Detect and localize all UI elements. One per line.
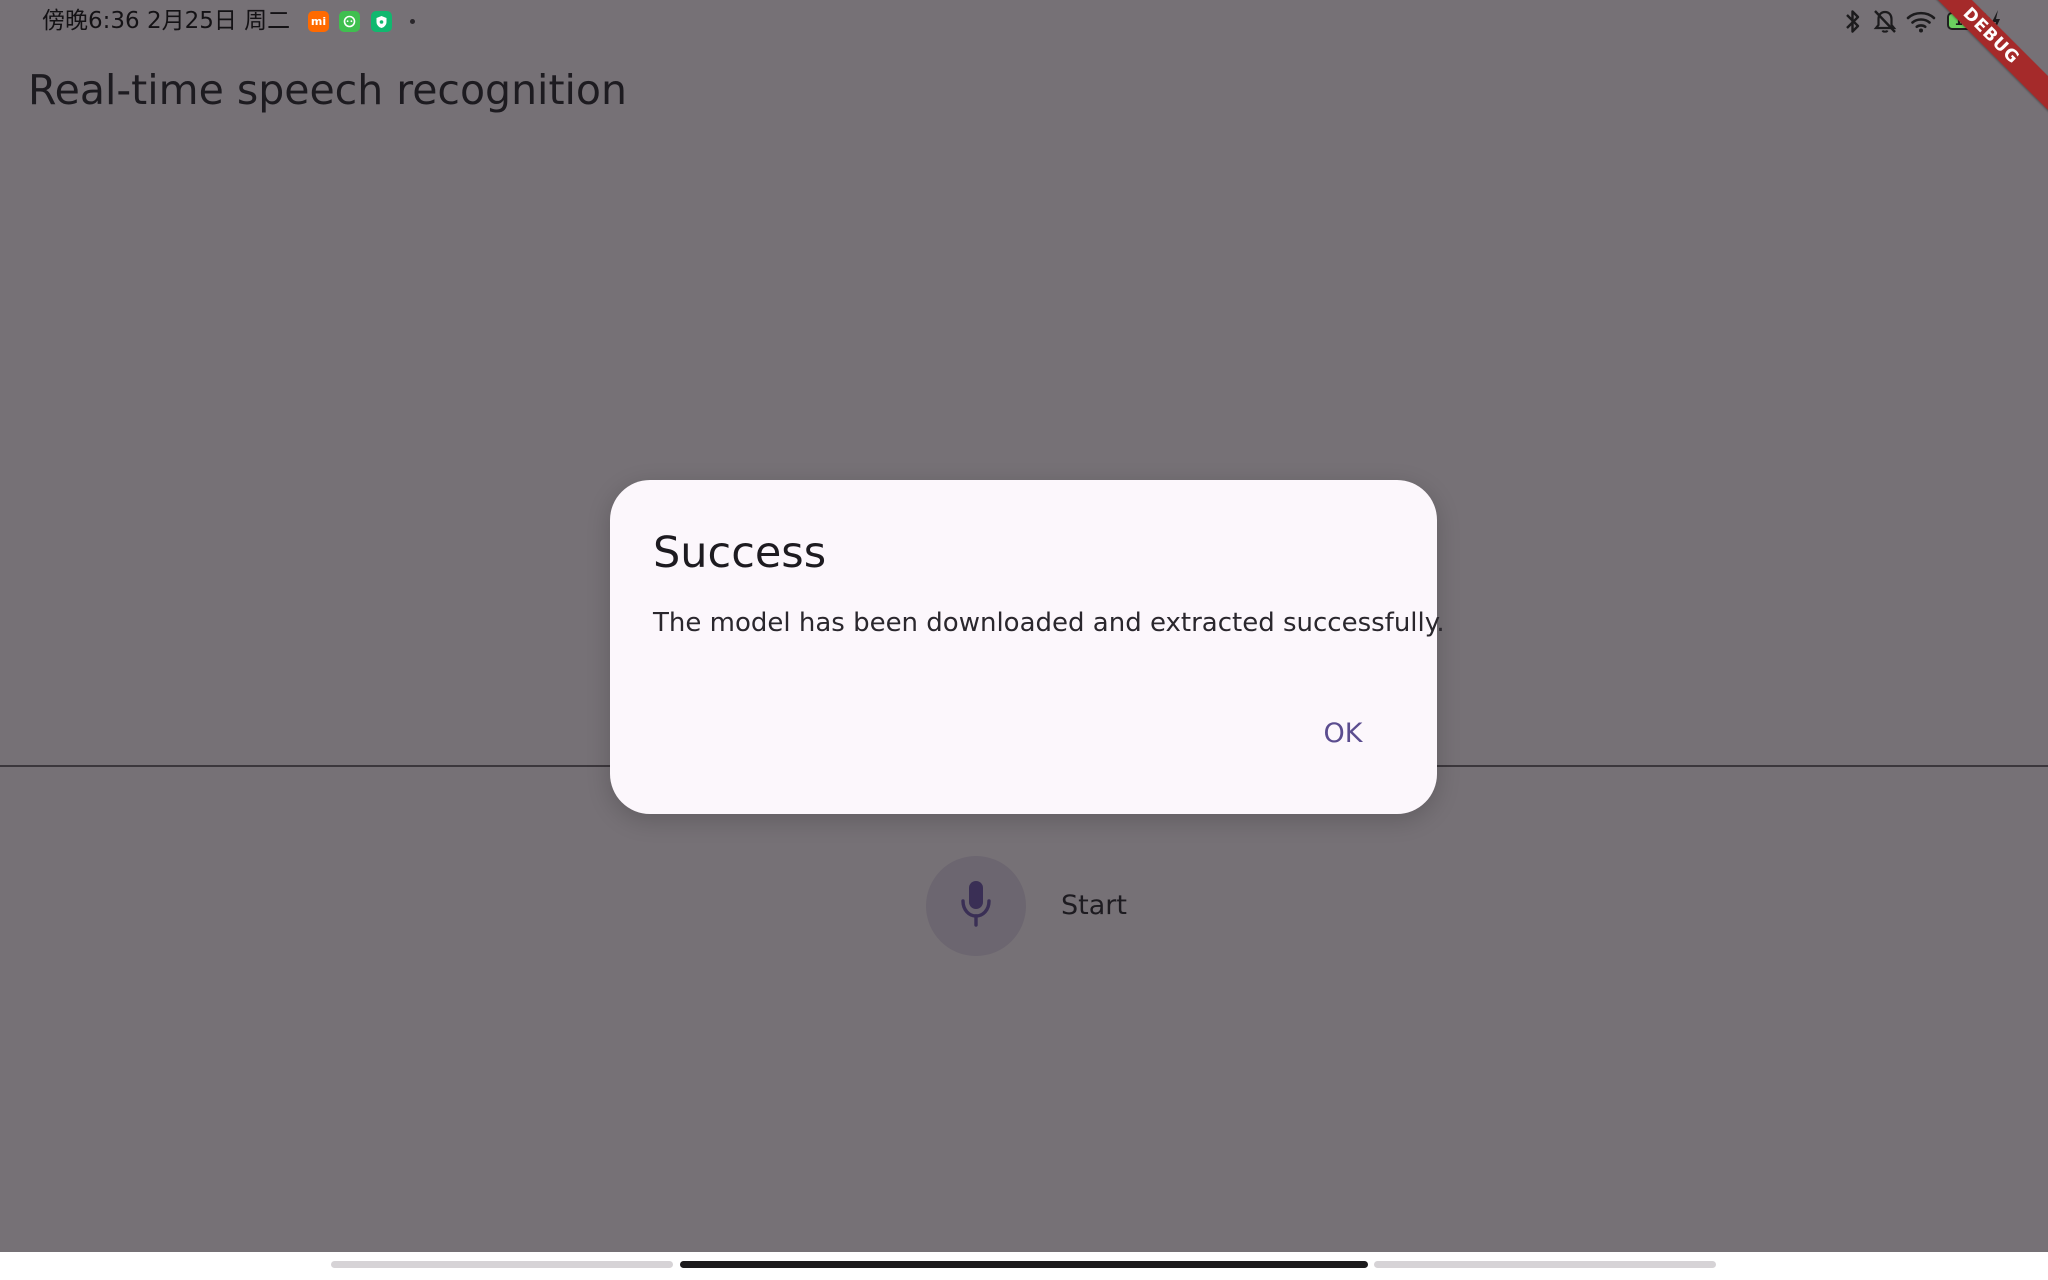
shield-app-icon	[371, 11, 392, 32]
dialog-message: The model has been downloaded and extrac…	[653, 608, 1445, 638]
start-recording-button[interactable]	[926, 856, 1026, 956]
start-label: Start	[1061, 890, 1127, 921]
more-notifications-dot	[410, 19, 415, 24]
dialog-title: Success	[653, 528, 827, 578]
wifi-icon	[1906, 10, 1936, 37]
success-dialog: Success The model has been downloaded an…	[610, 480, 1445, 814]
bluetooth-icon	[1844, 8, 1862, 39]
gesture-handle[interactable]	[680, 1261, 1368, 1268]
notifications-muted-icon	[1872, 8, 1898, 39]
ok-button[interactable]: OK	[1299, 704, 1387, 764]
chat-app-icon	[339, 11, 360, 32]
mi-app-icon: mi	[308, 11, 329, 32]
nav-segment-right	[1374, 1261, 1716, 1268]
status-bar: 傍晚6:36 2月25日 周二 mi 100	[0, 0, 2048, 44]
microphone-icon	[959, 879, 993, 933]
page-title: Real-time speech recognition	[28, 66, 627, 114]
navigation-bar	[0, 1252, 2048, 1280]
status-time: 傍晚6:36 2月25日 周二	[42, 8, 291, 34]
nav-segment-left	[331, 1261, 673, 1268]
